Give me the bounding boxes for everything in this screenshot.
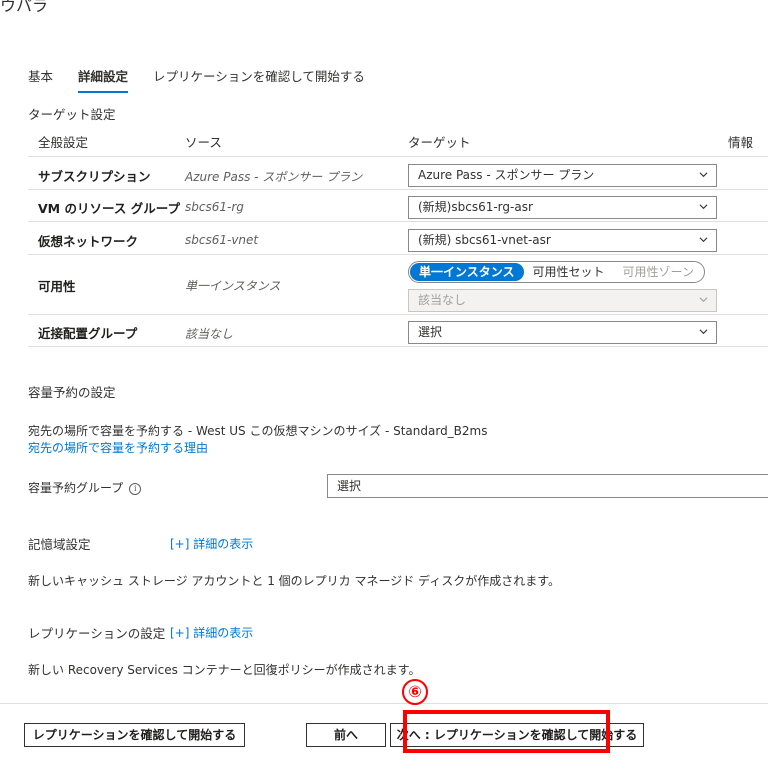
chevron-down-icon	[699, 204, 708, 210]
tab-advanced[interactable]: 詳細設定	[78, 66, 129, 93]
chevron-down-icon	[699, 237, 708, 243]
table-header: 全般設定 ソース ターゲット 情報	[38, 132, 768, 154]
source-resource-group: sbcs61-rg	[185, 200, 244, 214]
column-source: ソース	[185, 135, 222, 150]
table-row: サブスクリプション Azure Pass - スポンサー プラン Azure P…	[28, 157, 768, 190]
capacity-group-label-text: 容量予約グループ	[28, 481, 124, 495]
column-target: ターゲット	[408, 135, 471, 150]
select-value: (新規)sbcs61-rg-asr	[418, 200, 533, 214]
chevron-down-icon	[699, 297, 708, 303]
capacity-description: 宛先の場所で容量を予約する - West US この仮想マシンのサイズ - St…	[28, 424, 488, 438]
availability-option-group: 単一インスタンス 可用性セット 可用性ゾーン	[408, 261, 705, 283]
source-proximity-group: 該当なし	[185, 327, 234, 341]
capacity-heading: 容量予約の設定	[28, 385, 116, 400]
source-availability: 単一インスタンス	[185, 279, 281, 293]
storage-description: 新しいキャッシュ ストレージ アカウントと 1 個のレプリカ マネージド ディス…	[28, 574, 561, 588]
tab-basics[interactable]: 基本	[28, 66, 53, 88]
select-value: 選択	[418, 325, 443, 339]
replication-description: 新しい Recovery Services コンテナーと回復ポリシーが作成されま…	[28, 663, 421, 677]
replication-heading: レプリケーションの設定	[28, 626, 166, 641]
capacity-group-select[interactable]: 選択	[327, 474, 768, 498]
storage-heading: 記憶域設定	[28, 537, 91, 552]
page-title: ウパラ	[0, 0, 49, 15]
row-label-virtual-network: 仮想ネットワーク	[38, 234, 139, 249]
chevron-down-icon	[699, 329, 708, 335]
row-label-subscription: サブスクリプション	[38, 169, 151, 184]
highlight-box	[403, 710, 610, 753]
availability-option-availability-zone[interactable]: 可用性ゾーン	[614, 263, 703, 281]
replication-show-details-link[interactable]: [+] 詳細の表示	[170, 624, 253, 641]
capacity-reason-link[interactable]: 宛先の場所で容量を予約する理由	[28, 439, 208, 456]
chevron-down-icon	[699, 172, 708, 178]
row-label-resource-group: VM のリソース グループ	[38, 201, 180, 216]
target-virtual-network-select[interactable]: (新規) sbcs61-vnet-asr	[408, 229, 717, 252]
availability-option-availability-set[interactable]: 可用性セット	[524, 263, 614, 281]
source-virtual-network: sbcs61-vnet	[185, 233, 259, 247]
footer-divider	[0, 703, 768, 704]
source-subscription: Azure Pass - スポンサー プラン	[185, 170, 363, 184]
column-info: 情報	[728, 135, 754, 150]
row-label-availability: 可用性	[38, 279, 76, 294]
tab-bar: 基本 詳細設定 レプリケーションを確認して開始する	[28, 66, 390, 93]
target-resource-group-select[interactable]: (新規)sbcs61-rg-asr	[408, 196, 717, 219]
table-row: 仮想ネットワーク sbcs61-vnet (新規) sbcs61-vnet-as…	[28, 222, 768, 255]
column-general: 全般設定	[38, 135, 89, 150]
table-row: 可用性 単一インスタンス 単一インスタンス 可用性セット 可用性ゾーン 該当なし	[28, 255, 768, 315]
tab-review[interactable]: レプリケーションを確認して開始する	[153, 66, 365, 88]
step-number-annotation: ⑥	[402, 679, 428, 705]
select-value: 該当なし	[418, 293, 467, 307]
target-proximity-group-select[interactable]: 選択	[408, 321, 717, 344]
select-value: Azure Pass - スポンサー プラン	[418, 168, 595, 182]
availability-detail-select: 該当なし	[408, 289, 717, 312]
storage-show-details-link[interactable]: [+] 詳細の表示	[170, 535, 253, 552]
previous-button[interactable]: 前へ	[306, 723, 386, 747]
table-row: VM のリソース グループ sbcs61-rg (新規)sbcs61-rg-as…	[28, 190, 768, 222]
capacity-group-label: 容量予約グループ i	[28, 479, 142, 496]
availability-option-single-instance[interactable]: 単一インスタンス	[410, 263, 524, 281]
info-icon[interactable]: i	[129, 483, 142, 495]
target-settings-heading: ターゲット設定	[28, 107, 116, 122]
select-value: (新規) sbcs61-vnet-asr	[418, 233, 551, 247]
table-row: 近接配置グループ 該当なし 選択	[28, 315, 768, 347]
target-subscription-select[interactable]: Azure Pass - スポンサー プラン	[408, 164, 717, 187]
review-start-button[interactable]: レプリケーションを確認して開始する	[24, 723, 245, 747]
row-label-proximity-group: 近接配置グループ	[38, 326, 138, 341]
